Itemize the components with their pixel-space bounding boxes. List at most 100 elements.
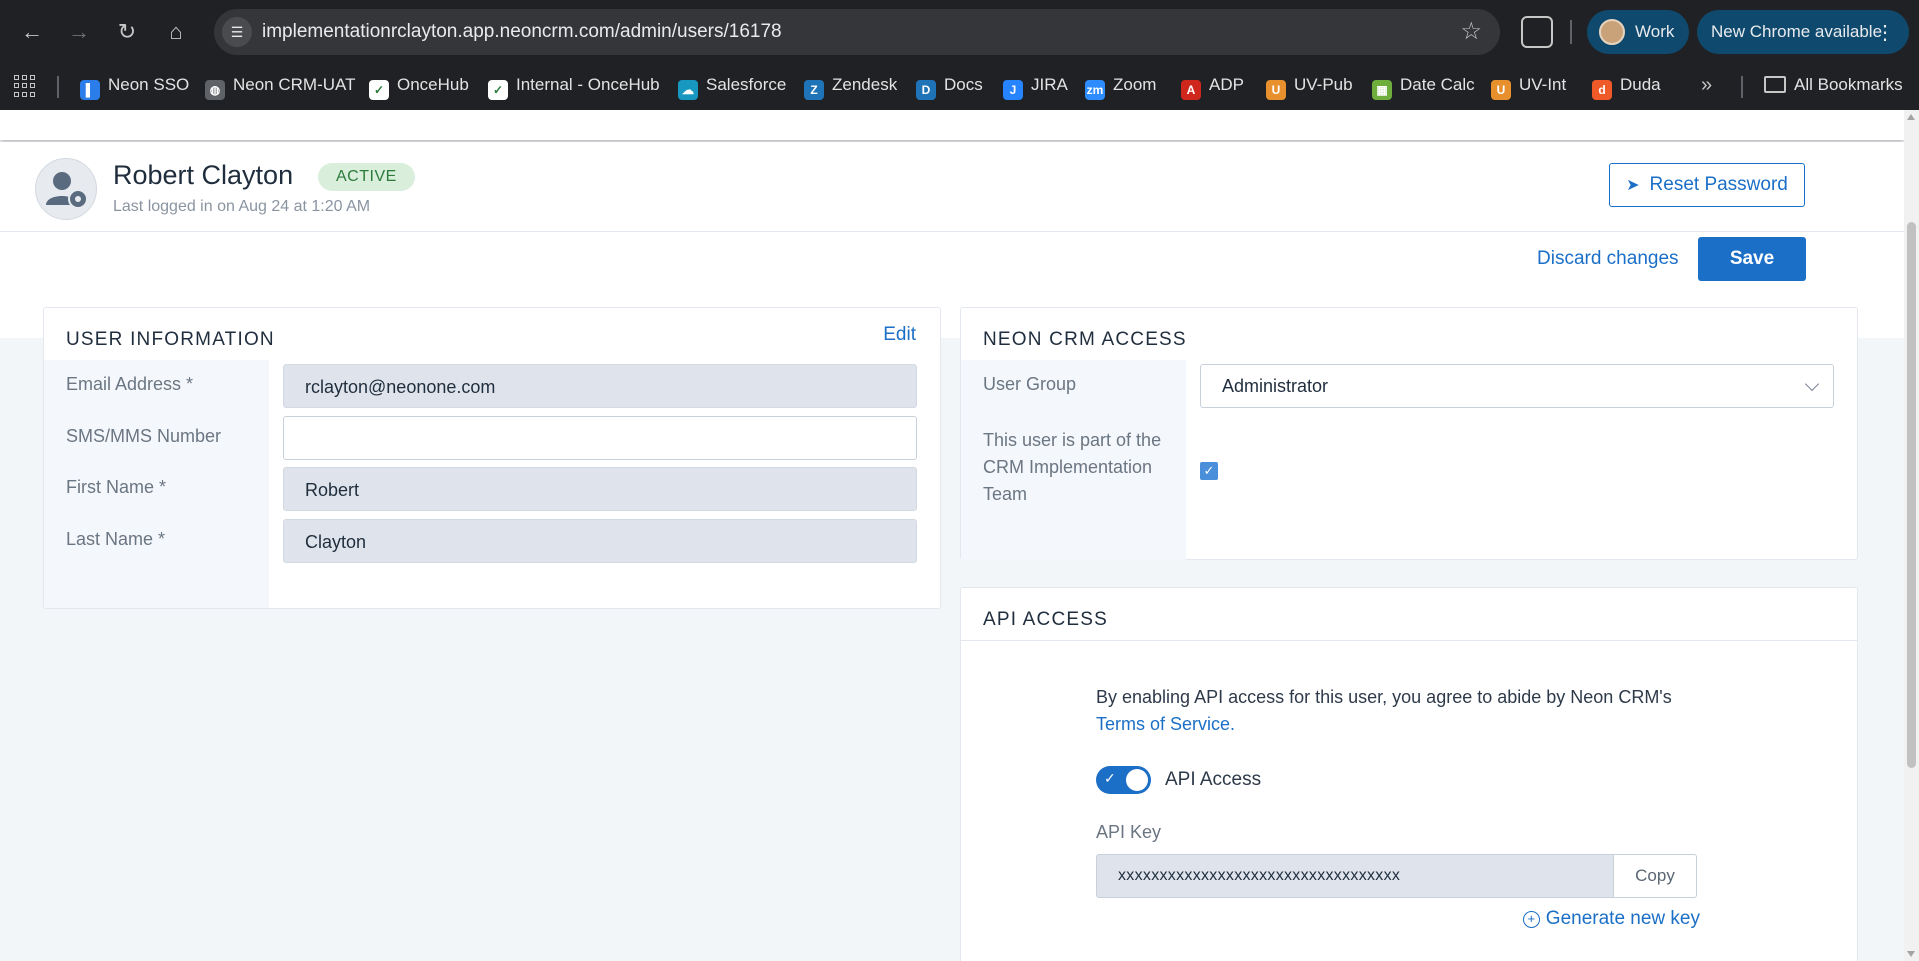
bookmark-item[interactable]: U UV-Pub	[1266, 75, 1353, 100]
user-information-card: USER INFORMATION Edit Email Address * rc…	[43, 307, 941, 609]
bookmark-item[interactable]: A ADP	[1181, 75, 1244, 100]
bookmark-label: Zendesk	[832, 75, 898, 94]
apps-grid-icon[interactable]	[14, 75, 36, 97]
bookmark-item[interactable]: Z Zendesk	[804, 75, 898, 100]
api-access-label: API Access	[1165, 769, 1262, 790]
scroll-down-icon[interactable]	[1907, 951, 1915, 957]
user-group-label: User Group	[983, 374, 1077, 394]
bookmark-label: Date Calc	[1400, 75, 1475, 94]
bookmark-star-icon[interactable]: ☆	[1460, 17, 1482, 46]
browser-toolbar: ← → ↻ ⌂ ☰ implementationrclayton.app.neo…	[0, 0, 1919, 64]
bookmark-label: UV-Pub	[1294, 75, 1353, 94]
bookmark-label: JIRA	[1031, 75, 1068, 94]
bookmark-label: Docs	[944, 75, 983, 94]
bookmark-label: Internal - OnceHub	[516, 75, 660, 94]
toolbar-divider	[1570, 20, 1572, 44]
all-bookmarks-label: All Bookmarks	[1794, 75, 1903, 94]
bookmark-favicon-icon: d	[1592, 80, 1612, 100]
profile-button[interactable]: Work	[1587, 10, 1689, 54]
bookmark-item[interactable]: J JIRA	[1003, 75, 1068, 100]
bookmark-favicon-icon: Z	[804, 80, 824, 100]
user-name: Robert Clayton	[113, 160, 294, 190]
bookmark-favicon-icon: ✓	[488, 80, 508, 100]
back-icon[interactable]: ←	[16, 16, 48, 48]
user-information-title: USER INFORMATION	[66, 329, 275, 350]
more-bookmarks-icon[interactable]: »	[1701, 74, 1712, 97]
first-name-field[interactable]: Robert	[283, 467, 917, 511]
scroll-up-icon[interactable]	[1907, 114, 1915, 120]
bookmark-label: OnceHub	[397, 75, 469, 94]
scroll-thumb[interactable]	[1907, 222, 1916, 768]
bookmark-favicon-icon: zm	[1085, 80, 1105, 100]
home-icon[interactable]: ⌂	[160, 16, 192, 48]
bookmark-item[interactable]: D Docs	[916, 75, 983, 100]
crm-access-card: NEON CRM ACCESS User Group Administrator…	[960, 307, 1858, 560]
bookmarks-divider	[57, 76, 59, 98]
bookmark-item[interactable]: U UV-Int	[1491, 75, 1566, 100]
terms-of-service-link[interactable]: Terms of Service.	[1096, 714, 1235, 734]
user-group-value: Administrator	[1222, 376, 1329, 396]
page-scrollbar[interactable]	[1904, 110, 1919, 961]
url-text[interactable]: implementationrclayton.app.neoncrm.com/a…	[262, 21, 782, 43]
api-access-toggle[interactable]: ✓	[1096, 766, 1151, 794]
sms-field[interactable]	[283, 416, 917, 460]
impl-team-label: This user is part of the CRM Implementat…	[983, 430, 1162, 504]
copy-button[interactable]: Copy	[1613, 854, 1697, 898]
impl-team-checkbox[interactable]: ✓	[1200, 462, 1218, 480]
site-info-icon[interactable]: ☰	[222, 17, 252, 47]
bookmark-item[interactable]: ▌ Neon SSO	[80, 75, 190, 100]
bookmarks-bar: ▌ Neon SSO ◍ Neon CRM-UAT ✓ OnceHub ✓ Internal …	[0, 64, 1919, 110]
bookmark-favicon-icon: ✓	[369, 80, 389, 100]
check-icon: ✓	[1104, 770, 1116, 786]
generate-new-key-link[interactable]: + Generate new key	[1522, 908, 1700, 930]
extensions-icon[interactable]	[1521, 16, 1553, 48]
all-bookmarks[interactable]: All Bookmarks	[1764, 75, 1903, 95]
bookmark-favicon-icon: J	[1003, 80, 1023, 100]
folder-icon	[1764, 76, 1786, 93]
last-name-label: Last Name *	[66, 529, 166, 549]
bookmark-label: Neon SSO	[108, 75, 190, 94]
email-field[interactable]: rclayton@neonone.com	[283, 364, 917, 408]
bookmark-label: Zoom	[1113, 75, 1157, 94]
bookmark-item[interactable]: ▦ Date Calc	[1372, 75, 1475, 100]
bookmark-item[interactable]: ☁ Salesforce	[678, 75, 787, 100]
forward-icon[interactable]: →	[63, 16, 95, 48]
reset-password-button[interactable]: ➤ Reset Password	[1609, 163, 1805, 207]
crm-access-title: NEON CRM ACCESS	[983, 329, 1187, 350]
reload-icon[interactable]: ↻	[111, 16, 143, 48]
api-agreement-text: By enabling API access for this user, yo…	[1096, 684, 1716, 738]
page-content: Robert Clayton ACTIVE Last logged in on …	[0, 110, 1904, 961]
bookmark-item[interactable]: zm Zoom	[1085, 75, 1157, 100]
edit-link[interactable]: Edit	[883, 324, 916, 346]
bookmark-favicon-icon: ▦	[1372, 80, 1392, 100]
bookmark-label: Salesforce	[706, 75, 787, 94]
bookmark-favicon-icon: A	[1181, 80, 1201, 100]
bookmark-item[interactable]: ✓ Internal - OnceHub	[488, 75, 660, 100]
update-chrome-button[interactable]: New Chrome available ⋮	[1697, 10, 1909, 54]
user-header-row: Robert Clayton ACTIVE Last logged in on …	[0, 142, 1904, 232]
update-label: New Chrome available	[1711, 22, 1883, 41]
card-divider	[961, 640, 1857, 641]
api-key-field[interactable]: xxxxxxxxxxxxxxxxxxxxxxxxxxxxxxxxxx	[1096, 854, 1614, 898]
user-admin-avatar-icon	[35, 158, 97, 220]
bookmark-item[interactable]: d Duda	[1592, 75, 1661, 100]
bookmark-item[interactable]: ◍ Neon CRM-UAT	[205, 75, 356, 100]
bookmark-favicon-icon: ☁	[678, 80, 698, 100]
bookmark-item[interactable]: ✓ OnceHub	[369, 75, 469, 100]
bookmark-favicon-icon: U	[1491, 80, 1511, 100]
save-button[interactable]: Save	[1698, 237, 1806, 281]
bookmark-favicon-icon: U	[1266, 80, 1286, 100]
discard-changes-link[interactable]: Discard changes	[1537, 248, 1679, 270]
status-badge: ACTIVE	[318, 163, 415, 191]
last-name-field[interactable]: Clayton	[283, 519, 917, 563]
bookmark-favicon-icon: ▌	[80, 80, 100, 100]
chevron-down-icon	[1804, 376, 1820, 392]
bookmark-label: Neon CRM-UAT	[233, 75, 356, 94]
bookmark-label: ADP	[1209, 75, 1244, 94]
bookmarks-divider-2	[1741, 76, 1743, 98]
toggle-knob	[1126, 769, 1148, 791]
generate-key-label: Generate new key	[1545, 908, 1700, 929]
bookmark-favicon-icon: ◍	[205, 80, 225, 100]
address-bar[interactable]: ☰ implementationrclayton.app.neoncrm.com…	[214, 9, 1500, 55]
user-group-select[interactable]: Administrator	[1200, 364, 1834, 408]
